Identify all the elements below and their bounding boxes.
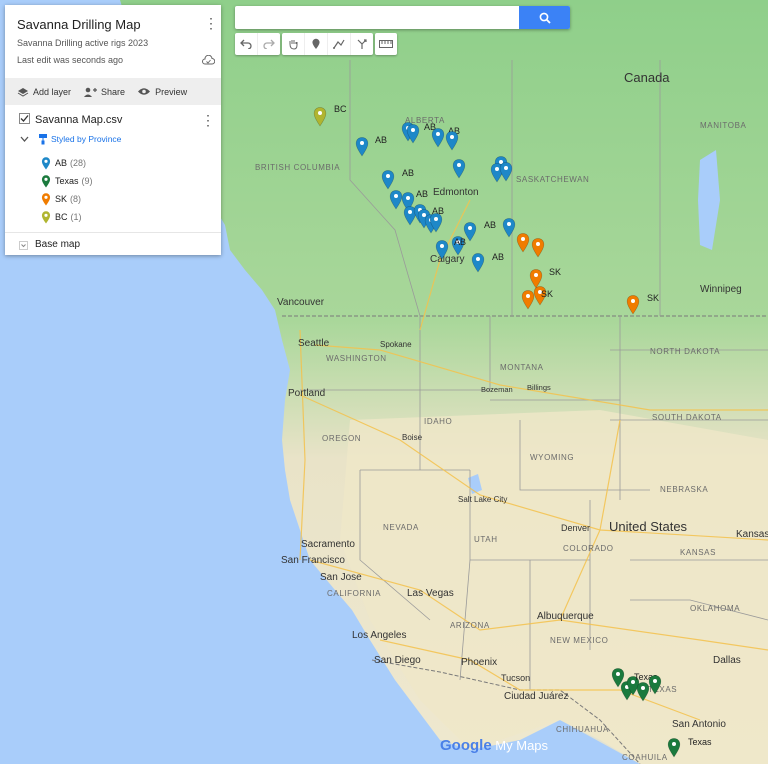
google-my-maps-logo: Google My Maps (440, 737, 548, 754)
pin-label: AB (375, 135, 387, 145)
search-input[interactable] (241, 6, 525, 29)
pin-label: AB (484, 220, 496, 230)
map-pin-ab[interactable] (431, 128, 445, 148)
map-pin-sk[interactable] (521, 290, 535, 310)
preview-button[interactable]: Preview (137, 87, 187, 97)
legend-label: Texas (55, 176, 79, 186)
map-description[interactable]: Savanna Drilling active rigs 2023 (17, 38, 148, 48)
draw-line-icon (333, 39, 345, 49)
search-button[interactable] (519, 6, 570, 29)
map-pin-icon (41, 210, 51, 223)
pin-label: SK (541, 289, 553, 299)
map-pin-bc[interactable] (313, 107, 327, 127)
layer-options-button[interactable]: ⋮ (201, 113, 215, 127)
map-options-button[interactable]: ⋮ (204, 16, 218, 30)
pan-hand-button[interactable] (282, 33, 305, 55)
paint-roller-icon (39, 134, 47, 145)
draw-line-button[interactable] (328, 33, 351, 55)
base-map-toggle-icon[interactable] (19, 241, 28, 250)
pin-label: AB (416, 189, 428, 199)
map-pin-icon (41, 192, 51, 205)
layers-icon (17, 87, 29, 97)
pin-label: AB (454, 237, 466, 247)
hand-icon (289, 40, 298, 50)
map-pin-ab[interactable] (471, 253, 485, 273)
eye-icon (138, 88, 151, 95)
chevron-down-icon[interactable] (20, 136, 29, 142)
map-pin-icon (41, 174, 51, 187)
directions-icon (357, 39, 367, 49)
map-pin-texas[interactable] (667, 738, 681, 758)
map-pin-ab[interactable] (452, 159, 466, 179)
pin-label: SK (647, 293, 659, 303)
share-button[interactable]: Share (83, 87, 125, 97)
redo-icon (263, 39, 275, 49)
layer-name[interactable]: Savanna Map.csv (35, 114, 122, 126)
measure-button[interactable] (375, 33, 397, 55)
legend-count: (9) (81, 176, 93, 186)
map-pin-ab[interactable] (435, 240, 449, 260)
legend-count: (8) (70, 194, 82, 204)
mymaps-logo-text: My Maps (495, 738, 549, 753)
style-by-link[interactable]: Styled by Province (51, 134, 121, 144)
map-pin-ab[interactable] (389, 190, 403, 210)
pin-label: SK (549, 267, 561, 277)
undo-icon (240, 39, 252, 49)
legend-label: SK (55, 194, 68, 204)
legend-label: BC (55, 212, 68, 222)
legend-item[interactable]: Texas (9) (41, 172, 93, 190)
map-pin-ab[interactable] (502, 218, 516, 238)
layers-panel: Savanna Drilling Map ⋮ Savanna Drilling … (5, 5, 221, 255)
preview-label: Preview (155, 86, 188, 97)
map-pin-texas[interactable] (648, 675, 662, 695)
map-pin-sk[interactable] (516, 233, 530, 253)
directions-button[interactable] (351, 33, 373, 55)
map-pin-icon (41, 156, 51, 169)
legend-list: AB (28) Texas (9) SK (8) BC (1) (41, 154, 93, 226)
ruler-icon (379, 40, 393, 48)
legend-label: AB (55, 158, 68, 168)
pin-label: Texas (688, 737, 712, 747)
map-pin-sk[interactable] (529, 269, 543, 289)
cloud-saved-icon (202, 55, 215, 65)
legend-item[interactable]: AB (28) (41, 154, 93, 172)
legend-count: (28) (70, 158, 87, 168)
google-logo-text: Google (440, 737, 492, 754)
layer-visibility-checkbox[interactable] (19, 113, 30, 124)
map-pin-ab[interactable] (381, 170, 395, 190)
undo-button[interactable] (235, 33, 258, 55)
map-pin-sk[interactable] (626, 295, 640, 315)
map-title[interactable]: Savanna Drilling Map (17, 17, 141, 32)
base-map-label[interactable]: Base map (35, 239, 80, 250)
add-marker-button[interactable] (305, 33, 328, 55)
map-pin-ab[interactable] (445, 131, 459, 151)
pin-label: BC (334, 104, 347, 114)
legend-item[interactable]: BC (1) (41, 208, 93, 226)
marker-icon (312, 38, 320, 49)
map-pin-sk[interactable] (531, 238, 545, 258)
search-box[interactable] (235, 6, 570, 29)
map-toolbar (235, 33, 397, 55)
redo-button[interactable] (258, 33, 280, 55)
legend-item[interactable]: SK (8) (41, 190, 93, 208)
pin-label: AB (402, 168, 414, 178)
map-pin-ab[interactable] (355, 137, 369, 157)
add-layer-label: Add layer (33, 86, 72, 97)
map-pin-texas[interactable] (636, 682, 650, 702)
last-edit-status: Last edit was seconds ago (17, 55, 124, 65)
divider (5, 232, 221, 233)
panel-actions: Add layer Share Preview (5, 78, 221, 105)
add-person-icon (84, 87, 98, 97)
map-pin-ab[interactable] (499, 162, 513, 182)
share-label: Share (101, 86, 126, 97)
search-icon (539, 12, 551, 24)
add-layer-button[interactable]: Add layer (17, 87, 71, 97)
legend-count: (1) (70, 212, 82, 222)
pin-label: AB (492, 252, 504, 262)
